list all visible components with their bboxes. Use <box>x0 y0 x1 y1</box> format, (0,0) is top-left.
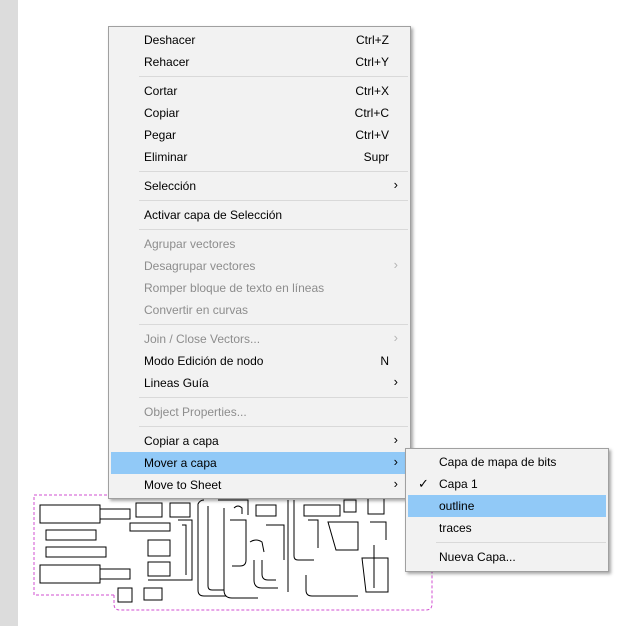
context-menu: Deshacer Ctrl+Z Rehacer Ctrl+Y Cortar Ct… <box>108 26 411 499</box>
shortcut-label: Ctrl+C <box>354 106 389 120</box>
menu-item-paste[interactable]: Pegar Ctrl+V <box>111 124 408 146</box>
submenu-item-new-layer[interactable]: Nueva Capa... <box>408 546 606 568</box>
menu-separator <box>139 76 408 77</box>
board-outline <box>33 494 433 611</box>
shortcut-label: Ctrl+Z <box>356 33 389 47</box>
shortcut-label: Ctrl+V <box>355 128 389 142</box>
menu-item-undo[interactable]: Deshacer Ctrl+Z <box>111 29 408 51</box>
chevron-right-icon: › <box>393 476 398 491</box>
menu-item-ungroup-vectors: Desagrupar vectores › <box>111 255 408 277</box>
menu-item-group-vectors: Agrupar vectores <box>111 233 408 255</box>
chevron-right-icon: › <box>393 257 398 272</box>
menu-item-label: Modo Edición de nodo <box>144 354 264 368</box>
menu-item-join-close-vectors: Join / Close Vectors... › <box>111 328 408 350</box>
shortcut-label: Ctrl+X <box>355 84 389 98</box>
menu-item-label: Desagrupar vectores <box>144 259 256 273</box>
shortcut-label: Ctrl+Y <box>355 55 389 69</box>
submenu-item-label: Nueva Capa... <box>439 550 516 564</box>
pcb-traces <box>39 497 389 603</box>
menu-item-activate-selection-layer[interactable]: Activar capa de Selección <box>111 204 408 226</box>
submenu-item-bitmap-layer[interactable]: Capa de mapa de bits <box>408 451 606 473</box>
shortcut-label: Supr <box>363 150 389 164</box>
menu-item-label: Copiar a capa <box>144 434 219 448</box>
menu-item-label: Lineas Guía <box>144 376 209 390</box>
menu-item-move-to-sheet[interactable]: Move to Sheet › <box>111 474 408 496</box>
menu-item-break-text: Romper bloque de texto en líneas <box>111 277 408 299</box>
chevron-right-icon: › <box>393 177 398 192</box>
menu-item-label: Rehacer <box>144 55 190 69</box>
menu-item-cut[interactable]: Cortar Ctrl+X <box>111 80 408 102</box>
chevron-right-icon: › <box>393 432 398 447</box>
menu-item-copy-to-layer[interactable]: Copiar a capa › <box>111 430 408 452</box>
menu-item-selection[interactable]: Selección › <box>111 175 408 197</box>
menu-separator <box>436 542 606 543</box>
menu-separator <box>139 229 408 230</box>
menu-item-label: Mover a capa <box>144 456 217 470</box>
menu-item-delete[interactable]: Eliminar Supr <box>111 146 408 168</box>
left-panel-strip <box>0 0 18 626</box>
submenu-item-outline[interactable]: outline <box>408 495 606 517</box>
submenu-item-label: Capa 1 <box>439 477 478 491</box>
check-icon: ✓ <box>418 476 429 491</box>
layer-submenu: Capa de mapa de bits ✓ Capa 1 outline tr… <box>405 448 609 572</box>
menu-item-convert-curves: Convertir en curvas <box>111 299 408 321</box>
chevron-right-icon: › <box>393 454 398 469</box>
menu-item-label: Agrupar vectores <box>144 237 236 251</box>
menu-separator <box>139 426 408 427</box>
menu-separator <box>139 397 408 398</box>
menu-item-label: Romper bloque de texto en líneas <box>144 281 325 295</box>
menu-item-label: Pegar <box>144 128 177 142</box>
submenu-item-capa-1[interactable]: ✓ Capa 1 <box>408 473 606 495</box>
menu-separator <box>139 200 408 201</box>
menu-item-label: Deshacer <box>144 33 196 47</box>
menu-item-move-to-layer[interactable]: Mover a capa › <box>111 452 408 474</box>
shortcut-label: N <box>380 354 389 368</box>
menu-item-label: Cortar <box>144 84 178 98</box>
menu-separator <box>139 171 408 172</box>
menu-separator <box>139 324 408 325</box>
menu-item-label: Object Properties... <box>144 405 247 419</box>
menu-item-guide-lines[interactable]: Lineas Guía › <box>111 372 408 394</box>
menu-item-label: Copiar <box>144 106 180 120</box>
chevron-right-icon: › <box>393 330 398 345</box>
submenu-item-traces[interactable]: traces <box>408 517 606 539</box>
menu-item-copy[interactable]: Copiar Ctrl+C <box>111 102 408 124</box>
menu-item-label: Activar capa de Selección <box>144 208 283 222</box>
menu-item-label: Eliminar <box>144 150 188 164</box>
menu-item-redo[interactable]: Rehacer Ctrl+Y <box>111 51 408 73</box>
menu-item-label: Join / Close Vectors... <box>144 332 261 346</box>
submenu-item-label: traces <box>439 521 472 535</box>
submenu-item-label: Capa de mapa de bits <box>439 455 557 469</box>
menu-item-label: Convertir en curvas <box>144 303 249 317</box>
menu-item-label: Selección <box>144 179 197 193</box>
menu-item-node-edit-mode[interactable]: Modo Edición de nodo N <box>111 350 408 372</box>
menu-item-object-properties: Object Properties... <box>111 401 408 423</box>
submenu-item-label: outline <box>439 499 475 513</box>
chevron-right-icon: › <box>393 374 398 389</box>
menu-item-label: Move to Sheet <box>144 478 222 492</box>
